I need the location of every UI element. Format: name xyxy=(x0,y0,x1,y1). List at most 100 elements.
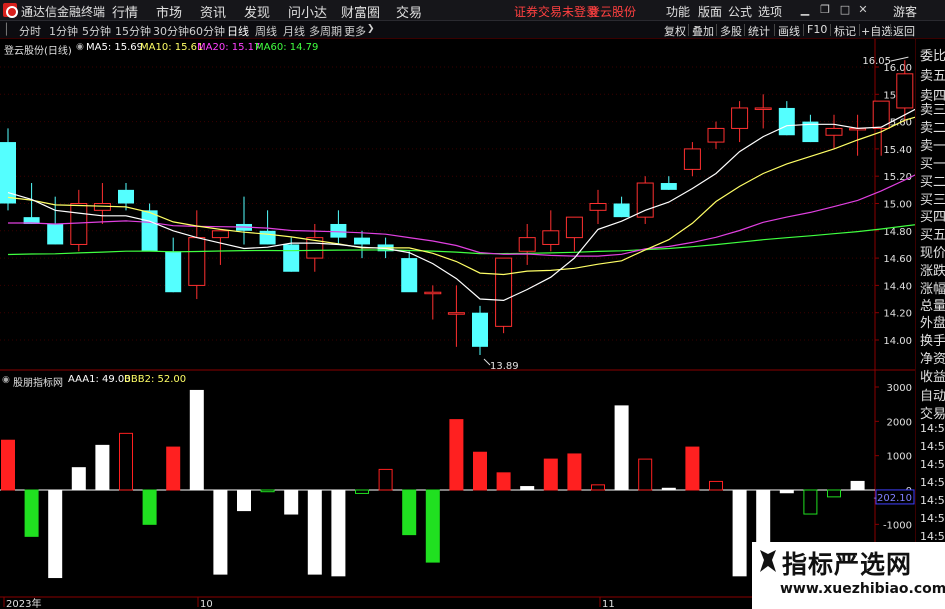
quote-buy2[interactable]: 买二 xyxy=(920,171,945,190)
btn-duogu[interactable]: 多股 xyxy=(720,23,742,39)
candle-body xyxy=(447,312,465,315)
quote-nav[interactable]: 净资 xyxy=(920,348,945,367)
indicator-bar xyxy=(827,489,841,498)
chart-area[interactable]: 16.0015.8015.6015.4015.2015.0014.8014.60… xyxy=(0,39,915,609)
trade-login-alert[interactable]: 证券交易未登录 xyxy=(514,3,598,20)
quote-turnover[interactable]: 换手 xyxy=(920,330,945,349)
tdx-logo-icon xyxy=(3,3,18,18)
menu-shichang[interactable]: 市场 xyxy=(156,2,182,21)
guest-label[interactable]: 游客 xyxy=(893,3,917,20)
tab-60min[interactable]: 60分钟 xyxy=(189,23,225,39)
tab-multi-period[interactable]: 多周期 xyxy=(309,23,342,39)
tab-monthly[interactable]: 月线 xyxy=(283,23,305,39)
quote-earnings[interactable]: 收益 xyxy=(920,366,945,385)
tab-5min[interactable]: 5分钟 xyxy=(82,23,111,39)
quote-outer[interactable]: 外盘 xyxy=(920,312,945,331)
tab-30min[interactable]: 30分钟 xyxy=(153,23,189,39)
indicator-bar xyxy=(71,467,86,491)
tab-fenshi[interactable]: 分时 xyxy=(19,23,41,39)
indicator-bar xyxy=(543,458,558,491)
menu-jiaoyi[interactable]: 交易 xyxy=(396,2,422,21)
btn-huaxian[interactable]: 画线 xyxy=(778,23,800,39)
indicator-bar xyxy=(614,405,629,491)
candle-body xyxy=(330,223,347,238)
candle-body xyxy=(565,216,583,239)
quote-buy1[interactable]: 买一 xyxy=(920,153,945,172)
indicator-tick-label: 1000 xyxy=(887,452,912,463)
quote-weibi[interactable]: 委比 xyxy=(920,45,945,64)
menu-hangqing[interactable]: 行情 xyxy=(112,2,138,21)
candle-body xyxy=(896,73,914,109)
current-value-label: -202.10 xyxy=(873,493,912,504)
ma10-label: MA10: 15.61 xyxy=(140,42,204,53)
menu-banmian[interactable]: 版面 xyxy=(698,3,722,20)
btn-diejia[interactable]: 叠加 xyxy=(692,23,714,39)
more-arrow-icon[interactable]: ❯ xyxy=(367,24,375,34)
mode-trade[interactable]: 交易 xyxy=(920,403,945,422)
close-icon[interactable]: ✕ xyxy=(856,3,870,17)
watermark-title: 指标严选网 xyxy=(782,550,913,579)
indicator-bar xyxy=(473,451,487,491)
tab-15min[interactable]: 15分钟 xyxy=(115,23,151,39)
indicator-dropdown-icon[interactable]: ◉ xyxy=(2,375,10,385)
btn-fuquan[interactable]: 复权 xyxy=(664,23,686,39)
indicator-bar xyxy=(779,489,794,494)
candle-body xyxy=(707,127,725,143)
indicator-bar xyxy=(425,489,440,563)
menu-gongshi[interactable]: 公式 xyxy=(728,3,752,20)
low-price-label: 13.89 xyxy=(490,361,519,372)
toolbar-handle-icon: │ xyxy=(3,23,10,36)
indicator-bar xyxy=(449,419,464,491)
quote-sell3[interactable]: 卖三 xyxy=(920,99,945,118)
indicator-bar xyxy=(378,468,393,491)
ma5-label: MA5: 15.69 xyxy=(86,42,144,53)
btn-add-favorite[interactable]: +自选 xyxy=(861,23,892,39)
candle-body xyxy=(542,230,560,245)
candle-body xyxy=(754,107,772,110)
restore-icon[interactable]: ❐ xyxy=(818,3,832,17)
mode-auto[interactable]: 自动 xyxy=(920,385,945,404)
btn-f10[interactable]: F10 xyxy=(807,23,827,36)
tick-time: 14:55 xyxy=(920,422,945,435)
btn-tongji[interactable]: 统计 xyxy=(748,23,770,39)
price-tick-label: 14.60 xyxy=(883,254,912,265)
btn-back[interactable]: 返回 xyxy=(893,23,915,39)
quote-sell2[interactable]: 卖二 xyxy=(920,117,945,136)
indicator-bar xyxy=(520,486,535,491)
indicator-bar xyxy=(237,489,251,512)
tab-1min[interactable]: 1分钟 xyxy=(49,23,78,39)
tab-daily[interactable]: 日线 xyxy=(227,23,249,39)
tab-weekly[interactable]: 周线 xyxy=(255,23,277,39)
tab-more[interactable]: 更多 xyxy=(344,23,366,39)
btn-biaoji[interactable]: 标记 xyxy=(834,23,856,39)
indicator-bar xyxy=(685,446,700,491)
minimize-icon[interactable]: ▁ xyxy=(798,3,812,17)
tick-time: 14:56 xyxy=(920,440,945,453)
quote-buy5[interactable]: 买五 xyxy=(920,224,945,243)
menu-xuanxiang[interactable]: 选项 xyxy=(758,3,782,20)
maximize-icon[interactable]: □ xyxy=(838,3,852,17)
menu-faxian[interactable]: 发现 xyxy=(244,2,270,21)
menu-gongneng[interactable]: 功能 xyxy=(666,3,690,20)
quote-buy4[interactable]: 买四 xyxy=(920,206,945,225)
indicator-bar xyxy=(709,480,723,491)
quote-sell5[interactable]: 卖五 xyxy=(920,65,945,84)
indicator-bar xyxy=(331,489,346,577)
quote-price[interactable]: 现价 xyxy=(920,242,945,261)
quote-sell1[interactable]: 卖一 xyxy=(920,135,945,154)
kline-chart-svg[interactable]: 16.0015.8015.6015.4015.2015.0014.8014.60… xyxy=(0,39,915,609)
ma-dropdown-icon[interactable]: ◉ xyxy=(76,42,84,52)
menu-caifuquan[interactable]: 财富圈 xyxy=(341,2,380,21)
menu-wenxiaoda[interactable]: 问小达 xyxy=(288,2,327,21)
candle-body xyxy=(118,189,134,204)
price-tick-label: 15.00 xyxy=(883,200,912,211)
indicator-bar xyxy=(355,489,369,494)
ma60-label: MA60: 14.79 xyxy=(255,42,319,53)
candle-body xyxy=(188,237,206,286)
candle-body xyxy=(211,230,229,239)
indicator-bar xyxy=(732,489,747,577)
candle-body xyxy=(518,237,536,252)
indicator-bar xyxy=(307,489,322,575)
menu-zixun[interactable]: 资讯 xyxy=(200,2,226,21)
quote-change[interactable]: 涨跌 xyxy=(920,260,945,279)
